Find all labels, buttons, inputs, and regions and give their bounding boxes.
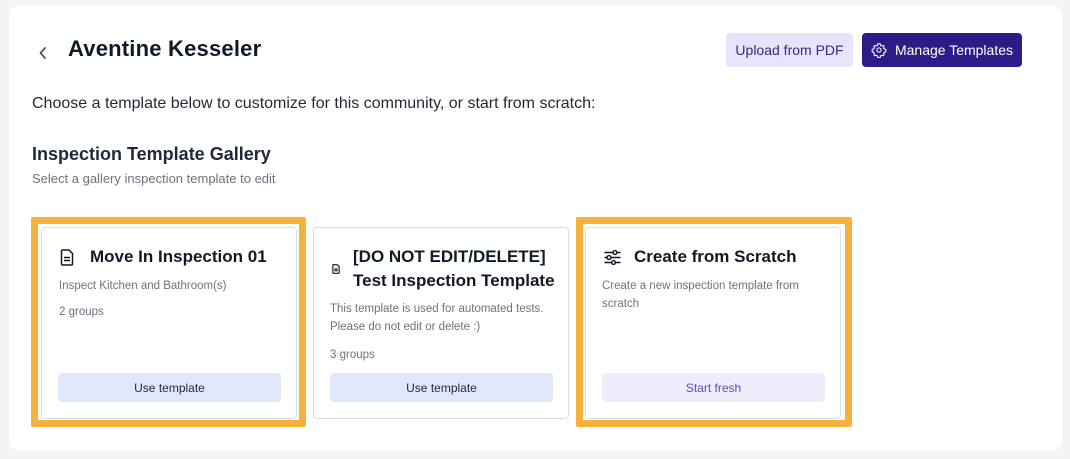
card-description: Inspect Kitchen and Bathroom(s) (59, 280, 227, 292)
document-icon (331, 263, 341, 275)
card-groups: 3 groups (330, 349, 375, 361)
card-title: Create from Scratch (634, 247, 797, 266)
card-description-line2: scratch (602, 298, 640, 310)
card-title: Move In Inspection 01 (90, 247, 267, 266)
start-fresh-button[interactable]: Start fresh (602, 373, 825, 402)
template-card-test[interactable]: [DO NOT EDIT/DELETE] Test Inspection Tem… (313, 227, 569, 419)
sliders-icon (603, 248, 621, 266)
page-title: Aventine Kesseler (68, 36, 262, 61)
card-title-line2: Test Inspection Template (353, 271, 555, 290)
template-card-scratch[interactable]: Create from Scratch Create a new inspect… (585, 227, 841, 419)
template-card-move-in[interactable]: Move In Inspection 01 Inspect Kitchen an… (41, 227, 297, 419)
card-title-line1: [DO NOT EDIT/DELETE] (353, 247, 546, 266)
use-template-button[interactable]: Use template (58, 373, 281, 402)
upload-pdf-button[interactable]: Upload from PDF (726, 33, 853, 67)
intro-text: Choose a template below to customize for… (32, 95, 596, 112)
card-description-line2: Please do not edit or delete :) (330, 321, 481, 333)
use-template-button[interactable]: Use template (330, 373, 553, 402)
gear-icon (871, 43, 887, 58)
document-icon (59, 248, 75, 266)
back-button[interactable] (34, 42, 52, 64)
gallery-subtitle: Select a gallery inspection template to … (32, 171, 276, 186)
card-description-line1: Create a new inspection template from (602, 280, 799, 292)
card-groups: 2 groups (59, 306, 104, 318)
manage-templates-button[interactable]: Manage Templates (862, 33, 1022, 67)
gallery-title: Inspection Template Gallery (32, 144, 271, 164)
manage-templates-label: Manage Templates (894, 42, 1014, 58)
card-description-line1: This template is used for automated test… (330, 303, 544, 315)
chevron-left-icon (39, 47, 46, 59)
